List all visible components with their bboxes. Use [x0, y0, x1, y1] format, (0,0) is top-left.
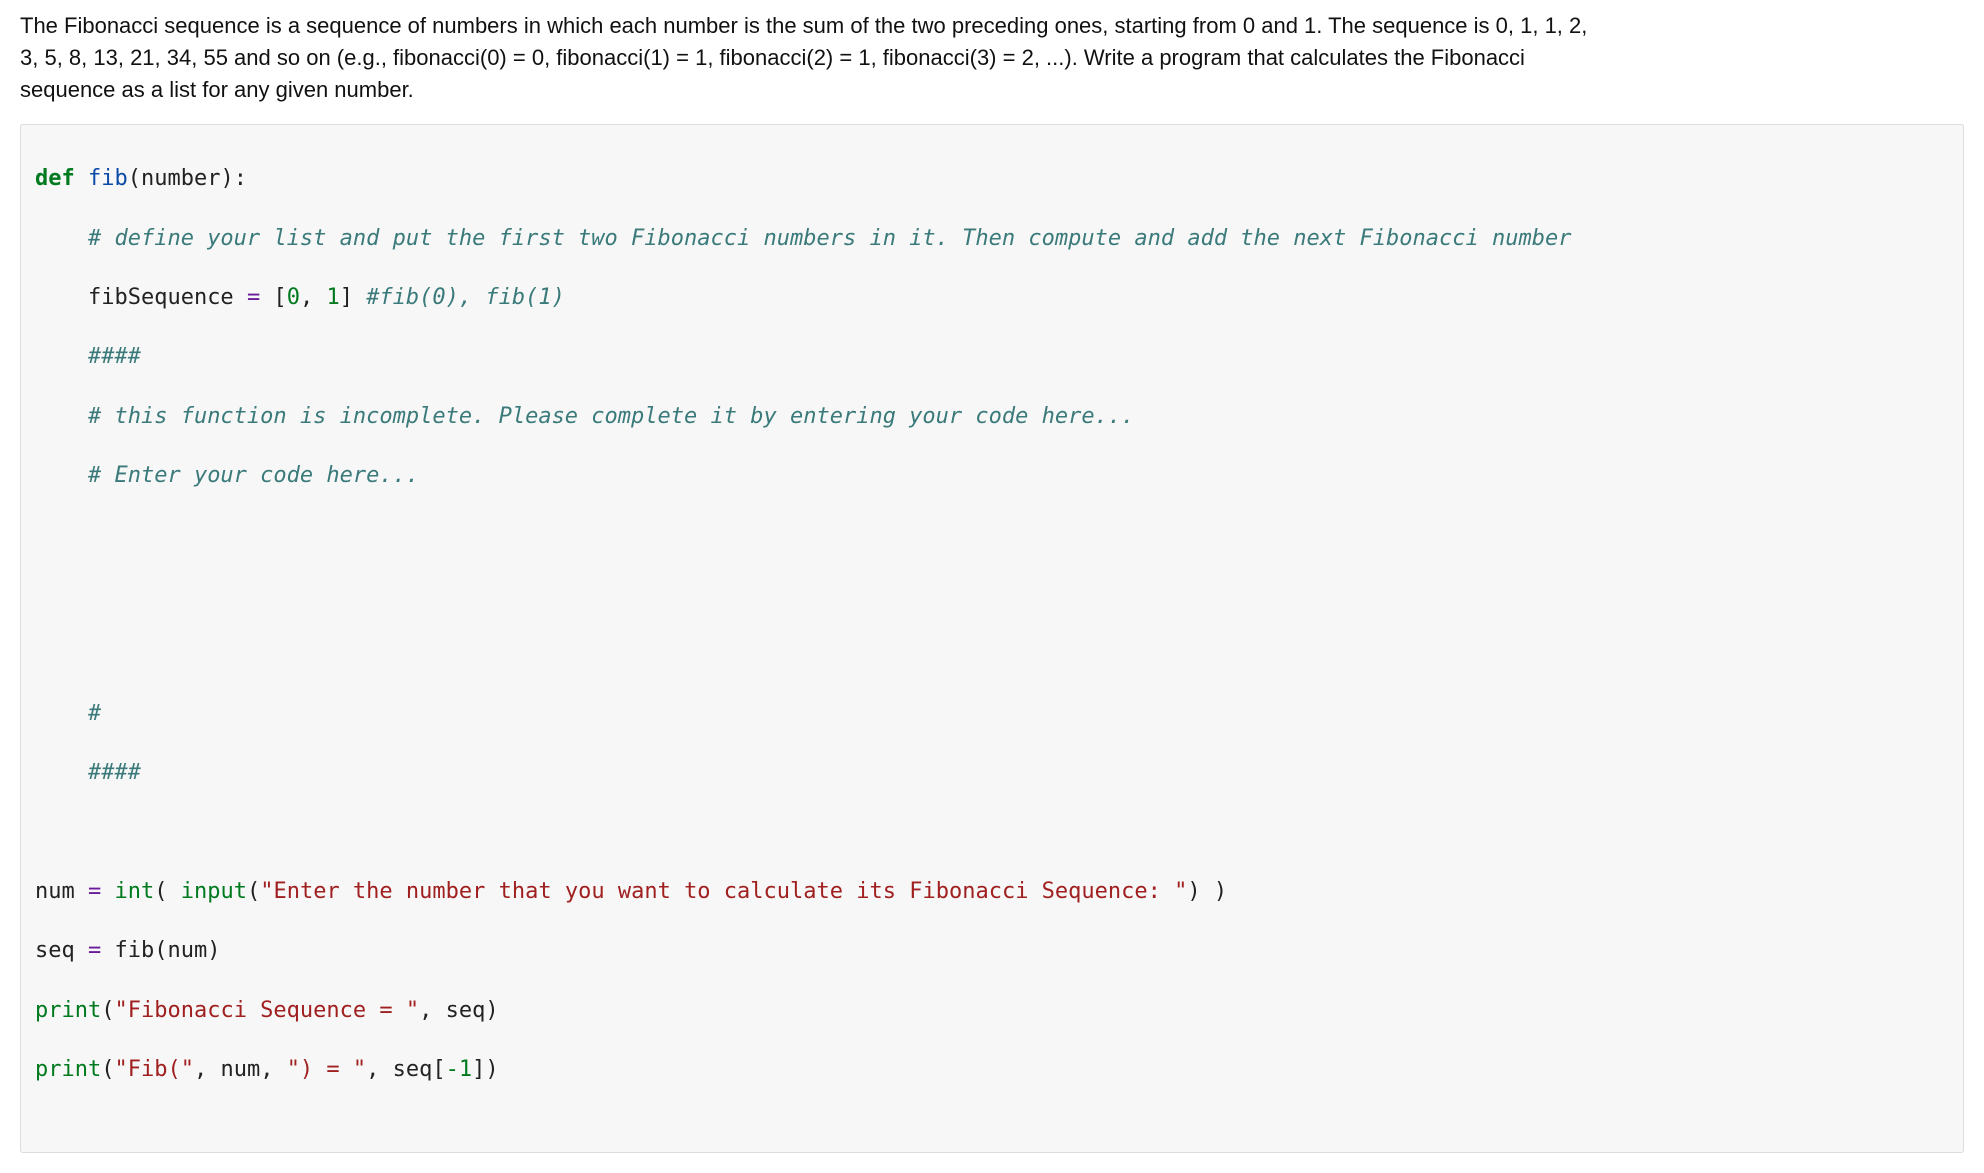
def-params: (number):: [128, 166, 247, 191]
paren-open: (: [101, 998, 114, 1023]
code-line-def: def fib(number):: [35, 164, 1949, 194]
var-seq: seq: [35, 938, 88, 963]
comment: #: [88, 701, 101, 726]
bracket-close: ]: [340, 285, 367, 310]
code-line-num-input: num = int( input("Enter the number that …: [35, 877, 1949, 907]
code-line-hash: #: [35, 699, 1949, 729]
indent: [35, 404, 88, 429]
equals-op: =: [88, 879, 101, 904]
code-line-blank: [35, 639, 1949, 669]
page: The Fibonacci sequence is a sequence of …: [0, 0, 1984, 1173]
args: , seq[: [366, 1057, 445, 1082]
code-line-incomplete: # this function is incomplete. Please co…: [35, 402, 1949, 432]
code-line-print-fib: print("Fib(", num, ") = ", seq[-1]): [35, 1055, 1949, 1085]
paren-open: (: [247, 879, 260, 904]
comment: # Enter your code here...: [88, 463, 419, 488]
indent: [35, 285, 88, 310]
number-neg1: -1: [446, 1057, 473, 1082]
args: , num,: [194, 1057, 287, 1082]
string-literal: "Fib(": [114, 1057, 193, 1082]
keyword-def: def: [35, 166, 75, 191]
string-literal: "Enter the number that you want to calcu…: [260, 879, 1187, 904]
code-line-seq-call: seq = fib(num): [35, 936, 1949, 966]
comment: ####: [88, 760, 141, 785]
paren-open: (: [154, 879, 181, 904]
comment: # this function is incomplete. Please co…: [88, 404, 1134, 429]
problem-description: The Fibonacci sequence is a sequence of …: [20, 10, 1600, 106]
builtin-print: print: [35, 1057, 101, 1082]
code-line-enter-code: # Enter your code here...: [35, 461, 1949, 491]
string-literal: ") = ": [287, 1057, 366, 1082]
code-block: def fib(number): # define your list and …: [20, 124, 1964, 1153]
paren-close: ) ): [1187, 879, 1227, 904]
code-line-blank: [35, 521, 1949, 551]
indent: [35, 760, 88, 785]
number-0: 0: [287, 285, 300, 310]
builtin-input: input: [181, 879, 247, 904]
builtin-print: print: [35, 998, 101, 1023]
equals-op: =: [88, 938, 101, 963]
string-literal: "Fibonacci Sequence = ": [114, 998, 419, 1023]
function-name: fib: [88, 166, 128, 191]
bracket-close: ]): [472, 1057, 499, 1082]
code-line-hashes-end: ####: [35, 758, 1949, 788]
indent: [35, 463, 88, 488]
var-name: fibSequence: [88, 285, 247, 310]
comma: ,: [300, 285, 327, 310]
print-rest: , seq): [419, 998, 498, 1023]
space: [101, 879, 114, 904]
space: [75, 166, 88, 191]
code-line-comment-define: # define your list and put the first two…: [35, 224, 1949, 254]
code-line-hashes: ####: [35, 342, 1949, 372]
bracket-open: [: [260, 285, 287, 310]
builtin-int: int: [114, 879, 154, 904]
code-line-print-seq: print("Fibonacci Sequence = ", seq): [35, 996, 1949, 1026]
equals-op: =: [247, 285, 260, 310]
var-num: num: [35, 879, 88, 904]
call-fib: fib(num): [101, 938, 220, 963]
code-line-blank: [35, 817, 1949, 847]
comment: ####: [88, 344, 141, 369]
code-line-blank: [35, 580, 1949, 610]
code-line-fibsequence: fibSequence = [0, 1] #fib(0), fib(1): [35, 283, 1949, 313]
paren-open: (: [101, 1057, 114, 1082]
indent: [35, 344, 88, 369]
indent: [35, 701, 88, 726]
indent: [35, 226, 88, 251]
number-1: 1: [326, 285, 339, 310]
comment: # define your list and put the first two…: [88, 226, 1571, 251]
comment: #fib(0), fib(1): [366, 285, 565, 310]
